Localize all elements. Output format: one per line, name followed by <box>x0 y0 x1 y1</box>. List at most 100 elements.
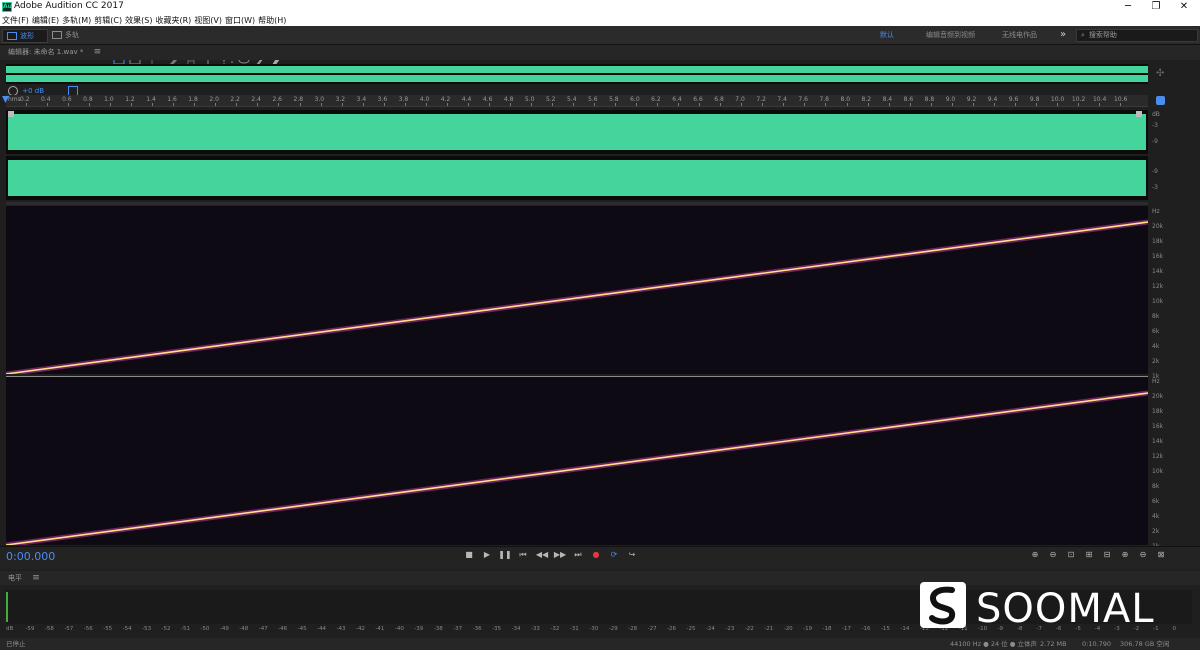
level-scale-label: -33 <box>530 626 540 632</box>
ruler-tick-mark <box>720 103 722 106</box>
menu-favorites[interactable]: 收藏夹(R) <box>155 15 191 26</box>
waveform-icon <box>7 32 17 40</box>
loop-button[interactable]: ⟳ <box>607 548 621 562</box>
zoom-out-amplitude-icon[interactable]: ⊖ <box>1046 548 1060 562</box>
ruler-tick-label: 3.4 <box>356 96 367 103</box>
ruler-tick-label: 10.6 <box>1114 96 1128 103</box>
workspace-radio[interactable]: 无线电作品 <box>1002 29 1052 41</box>
time-ruler[interactable]: hms 0.2 0.4 0.6 0.8 1.0 1.2 1.4 1.6 1.8 2.0 2.2 2.4… <box>6 95 1148 107</box>
db-tick: -3 <box>1152 184 1158 191</box>
rewind-button[interactable]: ◀◀ <box>534 548 550 562</box>
workspace-default[interactable]: 默认 <box>880 29 910 41</box>
zoom-in-amplitude-icon[interactable]: ⊕ <box>1028 548 1042 562</box>
ruler-tick-mark <box>573 103 574 106</box>
ruler-tick-label: 5.6 <box>588 96 598 103</box>
ruler-tick-label: 2.8 <box>293 96 304 103</box>
menu-bar: 文件(F) 编辑(E) 多轨(M) 剪辑(C) 效果(S) 收藏夹(R) 视图(… <box>0 14 1200 26</box>
waveform-view-button[interactable]: 波形 <box>2 29 48 43</box>
level-scale-label: -42 <box>355 626 365 632</box>
status-sample-info: 44100 Hz ● 24 位 ● 立体声 <box>950 640 1037 648</box>
skip-selection-button[interactable]: ↪ <box>625 548 639 562</box>
minimize-button[interactable]: ─ <box>1116 0 1140 14</box>
level-scale-label: -21 <box>764 626 774 632</box>
spectral-display-left[interactable] <box>5 206 1149 377</box>
ruler-tick-mark <box>846 103 848 106</box>
zoom-full-icon[interactable]: ⊡ <box>1064 548 1078 562</box>
db-tick: -9 <box>1152 138 1158 145</box>
editor-title[interactable]: 编辑器: 未命名 1.wav * <box>8 48 83 56</box>
spectral-display-right[interactable] <box>5 376 1149 548</box>
status-bar: 已停止 44100 Hz ● 24 位 ● 立体声 2.72 MB 0:10.7… <box>0 638 1200 650</box>
multitrack-label: 多轨 <box>65 31 79 39</box>
menu-window[interactable]: 窗口(W) <box>225 15 255 26</box>
ruler-tick-mark <box>909 103 911 106</box>
previous-button[interactable]: ⏮ <box>516 548 530 562</box>
ruler-tick-mark <box>404 103 406 106</box>
workspace-edit-video[interactable]: 编辑音频到视频 <box>926 29 996 41</box>
menu-file[interactable]: 文件(F) <box>2 15 29 26</box>
ruler-tick-label: 10.2 <box>1071 96 1086 103</box>
maximize-button[interactable]: ❐ <box>1144 0 1168 14</box>
waveform-track-right[interactable] <box>6 156 1148 200</box>
level-scale-label: -51 <box>180 626 190 632</box>
zoom-out-time-icon[interactable]: ⊖ <box>1136 548 1150 562</box>
ruler-tick-label: 4.0 <box>419 96 430 103</box>
level-scale-label: -45 <box>297 626 307 632</box>
menu-multitrack[interactable]: 多轨(M) <box>62 15 91 26</box>
pane-divider[interactable] <box>6 202 1148 205</box>
ruler-tick-mark <box>699 103 701 106</box>
hud-gain-value: +0 dB <box>22 87 45 95</box>
fade-in-handle-icon[interactable] <box>8 111 14 117</box>
menu-view[interactable]: 视图(V) <box>194 15 222 26</box>
zoom-in-time-icon[interactable]: ⊕ <box>1118 548 1132 562</box>
frequency-tick-label: 10k <box>1152 298 1164 305</box>
timecode-display[interactable]: 0:00.000 <box>6 550 55 563</box>
ruler-tick-label: 9.2 <box>966 96 977 103</box>
more-workspaces-icon[interactable]: » <box>1060 29 1070 41</box>
ruler-tick-mark <box>383 103 385 106</box>
lock-zoom-icon[interactable] <box>1156 96 1165 105</box>
ruler-tick-mark <box>1098 103 1100 106</box>
status-state: 已停止 <box>6 640 26 648</box>
zoom-navigator-icon[interactable]: ✣ <box>1156 68 1164 79</box>
ruler-tick-mark <box>68 103 70 106</box>
ruler-tick-mark <box>341 103 343 106</box>
close-button[interactable]: ✕ <box>1172 0 1196 14</box>
fade-out-handle-icon[interactable] <box>1136 111 1142 117</box>
zoom-out-full-icon[interactable]: ⊠ <box>1154 548 1168 562</box>
overview-waveform[interactable] <box>6 64 1148 84</box>
frequency-tick-label: 16k <box>1152 423 1164 430</box>
ruler-tick-label: 9.8 <box>1029 96 1040 103</box>
ruler-tick-mark <box>299 103 301 106</box>
ruler-tick-mark <box>804 103 806 106</box>
menu-edit[interactable]: 编辑(E) <box>32 15 59 26</box>
fast-forward-button[interactable]: ▶▶ <box>552 548 568 562</box>
ruler-tick-label: 6.2 <box>651 96 661 103</box>
level-scale-label: -15 <box>880 626 890 632</box>
panel-menu-icon[interactable]: ≡ <box>94 47 102 57</box>
menu-clip[interactable]: 剪辑(C) <box>94 15 122 26</box>
multitrack-view-button[interactable]: 多轨 <box>50 29 86 41</box>
frequency-tick-label: 20k <box>1152 393 1164 400</box>
menu-effects[interactable]: 效果(S) <box>125 15 152 26</box>
frequency-tick-label: 8k <box>1152 483 1160 490</box>
waveform-track-left[interactable] <box>6 110 1148 154</box>
play-button[interactable]: ▶ <box>480 548 494 562</box>
menu-help[interactable]: 帮助(H) <box>258 15 286 26</box>
zoom-selection-icon[interactable]: ⊞ <box>1082 548 1096 562</box>
ruler-tick-label: 0.6 <box>62 96 72 103</box>
search-help-input[interactable]: ⌕ 搜索帮助 <box>1076 29 1198 42</box>
next-button[interactable]: ⏭ <box>571 548 585 562</box>
ruler-unit: hms <box>8 96 21 103</box>
ruler-tick-label: 10.4 <box>1092 96 1107 103</box>
stop-button[interactable]: ■ <box>462 548 476 562</box>
record-button[interactable]: ● <box>589 548 603 562</box>
frequency-tick-label: 2k <box>1152 358 1160 365</box>
level-title[interactable]: 电平 <box>8 574 22 582</box>
pause-button[interactable]: ❚❚ <box>498 548 512 562</box>
ruler-tick-mark <box>972 103 974 106</box>
level-menu-icon[interactable]: ≡ <box>32 573 40 583</box>
ruler-tick-label: 8.6 <box>903 96 914 103</box>
zoom-in-left-icon[interactable]: ⊟ <box>1100 548 1114 562</box>
level-scale-label: -19 <box>803 626 813 632</box>
